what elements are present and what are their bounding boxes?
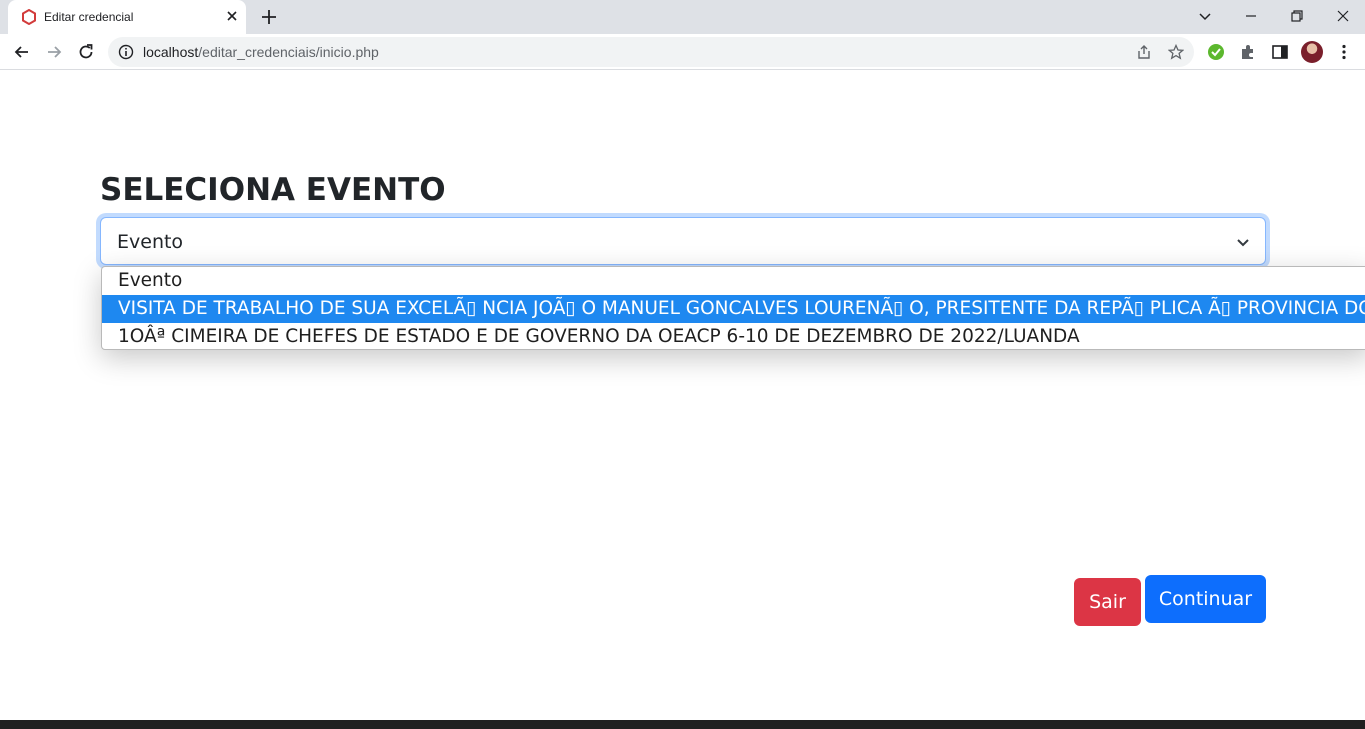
chevron-down-icon	[1237, 239, 1249, 247]
url-host: localhost	[143, 44, 199, 60]
continue-button[interactable]: Continuar	[1145, 575, 1266, 623]
bookmark-star-icon[interactable]	[1168, 44, 1184, 60]
new-tab-icon[interactable]	[259, 7, 279, 27]
exit-button[interactable]: Sair	[1074, 578, 1141, 626]
favicon-icon	[22, 9, 36, 25]
share-icon[interactable]	[1136, 44, 1152, 60]
dropdown-option-highlighted[interactable]: VISITA DE TRABALHO DE SUA EXCELÃ▯ NCIA J…	[102, 295, 1365, 323]
extensions-puzzle-icon[interactable]	[1238, 42, 1258, 62]
minimize-icon[interactable]	[1241, 6, 1261, 26]
tab-strip: Editar credencial	[0, 0, 1365, 34]
extension-green-icon[interactable]	[1206, 42, 1226, 62]
tab-title: Editar credencial	[44, 10, 134, 24]
tab-search-icon[interactable]	[1195, 6, 1215, 26]
forward-icon[interactable]	[44, 42, 64, 62]
os-taskbar	[0, 720, 1365, 729]
reload-icon[interactable]	[76, 42, 96, 62]
side-panel-icon[interactable]	[1270, 42, 1290, 62]
restore-icon[interactable]	[1287, 6, 1307, 26]
dropdown-option[interactable]: Evento	[102, 267, 1365, 295]
url-path: /editar_credenciais/inicio.php	[198, 44, 379, 60]
dropdown-option[interactable]: 1OÂª CIMEIRA DE CHEFES DE ESTADO E DE GO…	[102, 323, 1365, 349]
back-icon[interactable]	[12, 42, 32, 62]
browser-toolbar: localhost/editar_credenciais/inicio.php	[0, 34, 1365, 70]
select-value: Evento	[117, 231, 184, 253]
event-select[interactable]: Evento	[100, 217, 1266, 265]
close-tab-icon[interactable]	[224, 8, 240, 24]
browser-tab[interactable]: Editar credencial	[8, 0, 246, 34]
url-text: localhost/editar_credenciais/inicio.php	[143, 44, 379, 60]
page-title: SELECIONA EVENTO	[100, 172, 446, 208]
event-dropdown-list: Evento VISITA DE TRABALHO DE SUA EXCELÃ▯…	[101, 266, 1365, 350]
close-window-icon[interactable]	[1333, 6, 1353, 26]
address-bar[interactable]: localhost/editar_credenciais/inicio.php	[108, 37, 1194, 67]
more-menu-icon[interactable]	[1334, 42, 1354, 62]
site-info-icon[interactable]	[118, 44, 134, 60]
profile-avatar[interactable]	[1301, 41, 1323, 63]
